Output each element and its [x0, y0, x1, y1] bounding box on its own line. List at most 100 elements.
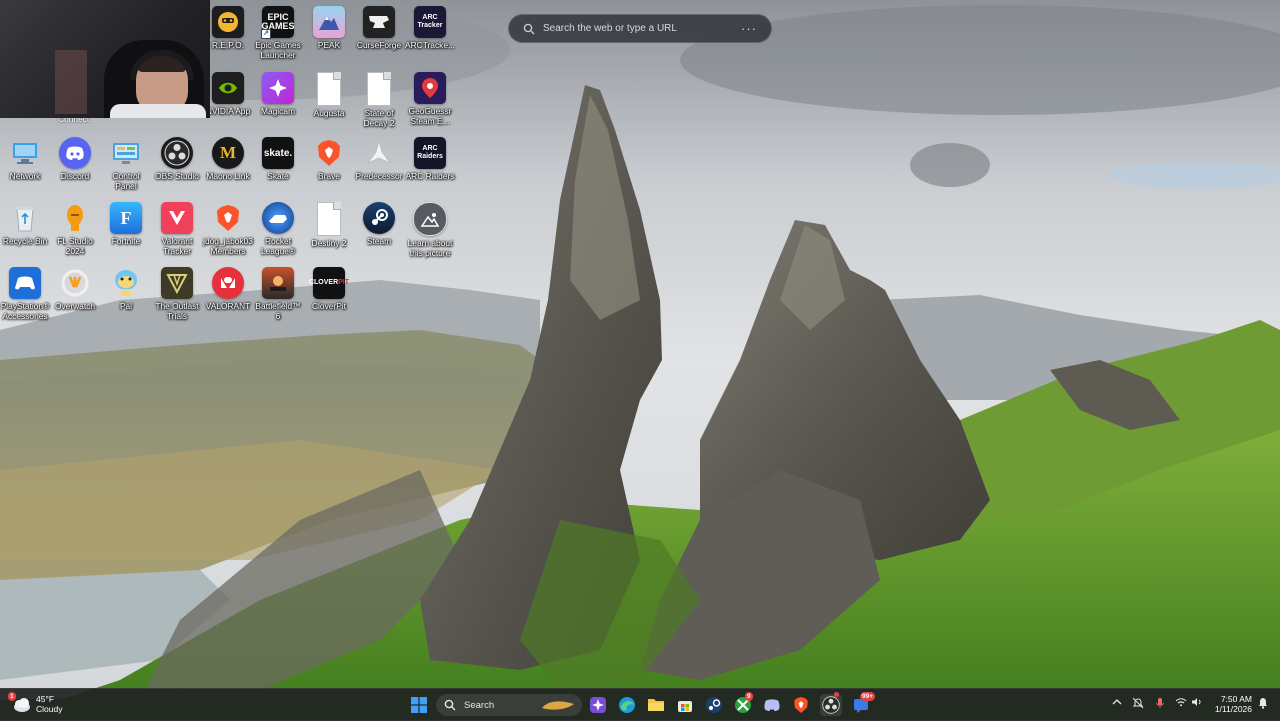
- desktop-icon-jdog-members[interactable]: jdog_jabok03 Members: [203, 198, 253, 256]
- taskbar-xbox[interactable]: 9: [732, 692, 754, 716]
- taskbar-discord[interactable]: [761, 694, 783, 716]
- clock-time: 7:50 AM: [1220, 694, 1252, 704]
- icon-label: Learn about this picture: [407, 238, 453, 258]
- chevron-up-icon[interactable]: [1112, 697, 1122, 710]
- search-icon: [523, 23, 535, 34]
- weather-widget[interactable]: 1 45°F Cloudy: [8, 692, 62, 715]
- fortnite-icon: F: [110, 202, 142, 234]
- icon-label: The Outlast Trials: [155, 301, 199, 321]
- desktop-icon-state-of-decay[interactable]: State of Decay 2: [354, 68, 404, 128]
- taskbar-copilot[interactable]: [587, 694, 609, 716]
- streamer-shirt: [110, 104, 206, 118]
- taskbar-brave[interactable]: [790, 694, 812, 716]
- recycle-bin-icon: [9, 202, 41, 234]
- desktop-icon-magicam[interactable]: Magicam: [253, 68, 303, 117]
- learn-picture-icon: [413, 202, 447, 236]
- desktop-icon-obs[interactable]: OBS Studio: [152, 133, 202, 182]
- discord-icon: [764, 699, 780, 712]
- icon-label: FL Studio 2024: [57, 236, 93, 256]
- icon-label: Maono Link: [206, 171, 250, 181]
- icon-label: PlayStation® Accessories: [0, 301, 50, 321]
- microphone-icon[interactable]: [1155, 697, 1165, 712]
- desktop-icon-learn-picture[interactable]: Learn about this picture: [405, 198, 455, 258]
- desktop-icon-valorant-tracker[interactable]: Valorant Tracker: [152, 198, 202, 256]
- desktop-icon-discord[interactable]: Discord: [50, 133, 100, 182]
- taskbar-steam[interactable]: [703, 694, 725, 716]
- icon-label: CloverPit: [312, 301, 346, 311]
- desktop-icon-steam[interactable]: Steam: [354, 198, 404, 247]
- desktop-icon-pal[interactable]: Pal: [101, 263, 151, 312]
- desktop-icon-rocket-league[interactable]: Rocket League®: [253, 198, 303, 256]
- start-button[interactable]: [408, 694, 430, 716]
- icon-label: Valorant Tracker: [161, 236, 193, 256]
- desktop-icon-fl-studio[interactable]: FL Studio 2024: [50, 198, 100, 256]
- icon-label: NVIDIA App: [205, 106, 251, 116]
- icon-label: GeoGuessr Steam E...: [408, 106, 452, 126]
- desktop-icon-skate[interactable]: skate. Skate: [253, 133, 303, 182]
- discord-icon: [59, 137, 91, 169]
- desktop-icon-playstation[interactable]: PlayStation® Accessories: [0, 263, 50, 321]
- file-icon: [317, 202, 341, 236]
- store-icon: [678, 701, 692, 712]
- repo-icon: [212, 6, 244, 38]
- taskbar-edge[interactable]: [616, 694, 638, 716]
- weather-alert-badge: 1: [8, 692, 16, 701]
- icon-label: VALORANT: [205, 301, 251, 311]
- desktop-icon-arc-tracker[interactable]: ARC Tracker ARCTracke...: [405, 2, 455, 51]
- desktop-icon-control-panel[interactable]: Control Panel: [101, 133, 151, 191]
- notification-bell-icon[interactable]: [1257, 696, 1269, 712]
- rocket-league-icon: [262, 202, 294, 234]
- obs-icon: [161, 137, 193, 169]
- desktop-icon-network[interactable]: Network: [0, 133, 50, 182]
- peak-icon: [313, 6, 345, 38]
- webcam-overlay: [0, 0, 210, 118]
- desktop-icon-nvidia[interactable]: NVIDIA App: [203, 68, 253, 117]
- weather-temperature: 45°F: [36, 694, 55, 704]
- cloverpit-icon: CLOVER PIT: [309, 267, 349, 299]
- more-icon[interactable]: ···: [741, 21, 757, 36]
- desktop-icon-maono[interactable]: M Maono Link: [203, 133, 253, 182]
- desktop-icon-peak[interactable]: PEAK: [304, 2, 354, 51]
- desktop-icon-fortnite[interactable]: F Fortnite: [101, 198, 151, 247]
- desktop-icon-outlast[interactable]: The Outlast Trials: [152, 263, 202, 321]
- wifi-icon[interactable]: [1175, 697, 1187, 710]
- web-search-bar[interactable]: Search the web or type a URL ···: [508, 14, 772, 43]
- desktop-icon-augusta[interactable]: Augusta: [304, 68, 354, 119]
- clock[interactable]: 7:50 AM 1/11/2026: [1206, 694, 1252, 714]
- taskbar-search-label: Search: [464, 699, 495, 711]
- desktop-icon-repo[interactable]: R.E.P.O.: [203, 2, 253, 51]
- desktop-icon-curseforge[interactable]: CurseForge: [354, 2, 404, 51]
- background-door: [55, 50, 87, 114]
- file-icon: [367, 72, 391, 106]
- icon-label: ARC Raiders: [405, 171, 455, 181]
- control-panel-icon: [110, 137, 142, 169]
- taskbar-messenger[interactable]: 99+: [850, 692, 876, 716]
- icon-label: Recycle Bin: [2, 236, 48, 246]
- desktop-icon-valorant[interactable]: VALORANT: [203, 263, 253, 312]
- taskbar-store[interactable]: [674, 694, 696, 716]
- desktop-icon-recycle-bin[interactable]: Recycle Bin: [0, 198, 50, 247]
- icon-label: Steam: [366, 236, 392, 246]
- desktop-icon-brave[interactable]: Brave: [304, 133, 354, 182]
- overwatch-icon: [59, 267, 91, 299]
- desktop-icon-battlefield[interactable]: Battlefield™ 6: [253, 263, 303, 321]
- icon-label: R.E.P.O.: [212, 40, 244, 50]
- volume-icon[interactable]: [1191, 697, 1203, 710]
- icon-label: OBS Studio: [155, 171, 199, 181]
- icon-label: ARCTracke...: [405, 40, 455, 50]
- desktop-icon-overwatch[interactable]: Overwatch: [50, 263, 100, 312]
- taskbar-obs[interactable]: [820, 692, 842, 716]
- desktop-icon-epic-games[interactable]: EPIC GAMES ↗ Epic Games Launcher: [253, 2, 303, 60]
- battlefield-icon: [262, 267, 294, 299]
- valorant-tracker-icon: [161, 202, 193, 234]
- desktop-icon-geoguessr[interactable]: GeoGuessr Steam E...: [405, 68, 455, 126]
- desktop-icon-cloverpit[interactable]: CLOVER PIT CloverPit: [304, 263, 354, 312]
- desktop-icon-destiny[interactable]: Destiny 2: [304, 198, 354, 249]
- desktop-icon-predecessor[interactable]: Predecessor: [354, 133, 404, 182]
- taskbar-file-explorer[interactable]: [645, 694, 667, 716]
- notification-muted-icon[interactable]: [1132, 697, 1144, 712]
- brave-icon: [212, 202, 244, 234]
- desktop-icon-arc-raiders[interactable]: ARC Raiders ARC Raiders: [405, 133, 455, 182]
- taskbar-search[interactable]: Search: [436, 694, 582, 716]
- icon-label: Discord: [60, 171, 90, 181]
